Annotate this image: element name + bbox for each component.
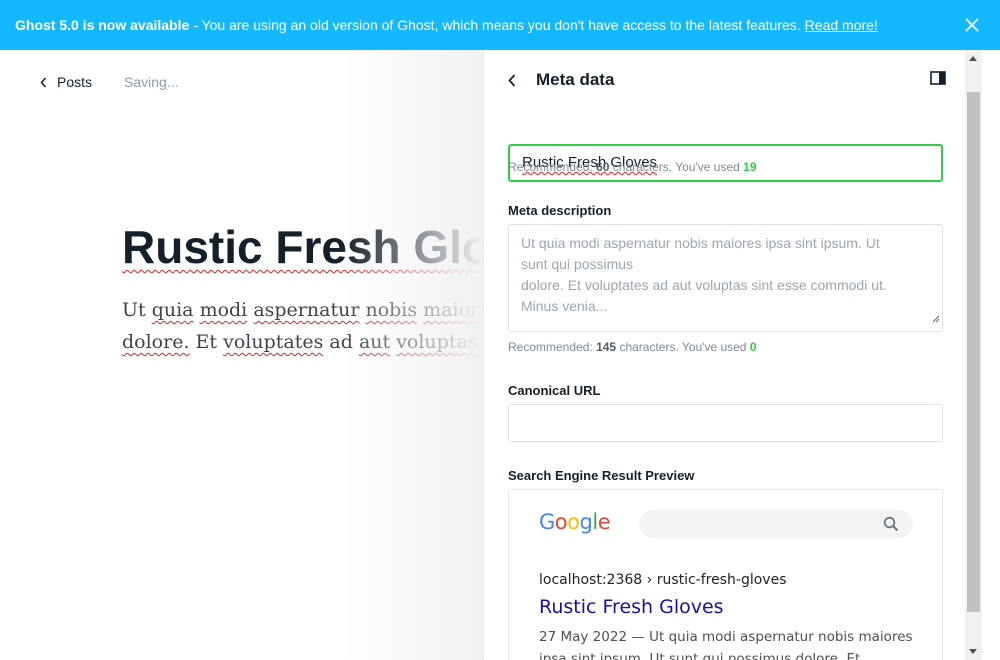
search-icon bbox=[883, 516, 899, 532]
logo-letter: e bbox=[597, 510, 611, 534]
hint-prefix: Recommended: bbox=[508, 340, 593, 354]
resize-grip-icon[interactable] bbox=[932, 308, 940, 329]
hint-middle: characters. You've used bbox=[619, 340, 747, 354]
scroll-down-arrow-icon[interactable] bbox=[969, 649, 977, 654]
body-word: Ut bbox=[122, 299, 146, 321]
body-word: nobis bbox=[365, 299, 418, 321]
placeholder-line: Minus venia... bbox=[521, 298, 608, 314]
chevron-left-icon[interactable] bbox=[508, 68, 528, 92]
body-word: voluptas bbox=[396, 331, 478, 353]
hint-prefix: Recommended: bbox=[508, 160, 593, 174]
body-word: aut bbox=[358, 331, 391, 353]
post-title[interactable]: Rustic Fresh Glo bbox=[122, 220, 483, 274]
meta-data-panel: Meta data Rustic Fresh Gloves Recommende… bbox=[483, 50, 1000, 660]
body-word: ad bbox=[329, 331, 353, 353]
meta-description-hint: Recommended: 145 characters. You've used… bbox=[508, 340, 757, 354]
body-word: dolore. bbox=[122, 331, 190, 353]
placeholder-line: Ut quia modi aspernatur nobis maiores ip… bbox=[521, 235, 880, 251]
chevron-left-icon bbox=[40, 77, 47, 87]
panel-scrollbar[interactable] bbox=[965, 50, 982, 660]
serp-preview: Google localhost:2368 › rustic-fresh-glo… bbox=[508, 489, 943, 660]
editor-topnav: Posts Saving... bbox=[40, 74, 179, 90]
panel-header: Meta data bbox=[508, 68, 614, 92]
logo-letter: g bbox=[579, 510, 593, 534]
canonical-url-label: Canonical URL bbox=[508, 383, 601, 398]
save-status: Saving... bbox=[124, 74, 179, 90]
google-logo: Google bbox=[539, 510, 611, 534]
close-icon[interactable] bbox=[962, 15, 982, 35]
banner-read-more-link[interactable]: Read more! bbox=[805, 17, 878, 33]
post-editor: Posts Saving... Rustic Fresh Glo Ut quia… bbox=[0, 50, 483, 660]
serp-search-box bbox=[639, 510, 913, 538]
body-word: maiores bbox=[423, 299, 483, 321]
post-body-line-1: Ut quia modi aspernatur nobis maiores i bbox=[122, 294, 483, 326]
sidebar-toggle-icon[interactable] bbox=[930, 71, 946, 90]
canonical-url-input[interactable] bbox=[508, 404, 943, 442]
body-word: aspernatur bbox=[253, 299, 360, 321]
serp-url: localhost:2368 › rustic-fresh-gloves bbox=[539, 572, 787, 588]
body-word: voluptates bbox=[223, 331, 324, 353]
serp-title: Rustic Fresh Gloves bbox=[539, 596, 724, 618]
post-body-line-2: dolore. Et voluptates ad aut voluptas si… bbox=[122, 326, 483, 358]
meta-title-hint: Recommended: 60 characters. You've used … bbox=[508, 160, 757, 174]
placeholder-line: dolore. Et voluptates ad aut voluptas si… bbox=[521, 277, 887, 293]
recommended-count: 145 bbox=[596, 340, 617, 354]
post-body[interactable]: Ut quia modi aspernatur nobis maiores i … bbox=[122, 294, 483, 358]
meta-description-label: Meta description bbox=[508, 203, 612, 218]
body-word: modi bbox=[199, 299, 248, 321]
serp-preview-label: Search Engine Result Preview bbox=[508, 468, 695, 483]
logo-letter: G bbox=[539, 510, 555, 534]
banner-message: - You are using an old version of Ghost,… bbox=[193, 17, 801, 33]
update-banner: Ghost 5.0 is now available - You are usi… bbox=[0, 0, 1000, 50]
used-count: 19 bbox=[743, 160, 757, 174]
body-word: Et bbox=[195, 331, 218, 353]
meta-description-input[interactable]: Ut quia modi aspernatur nobis maiores ip… bbox=[508, 224, 943, 332]
logo-letter: o bbox=[567, 510, 580, 534]
hint-middle: characters. You've used bbox=[612, 160, 740, 174]
logo-letter: o bbox=[554, 510, 568, 534]
placeholder-line: sunt qui possimus bbox=[521, 256, 634, 272]
serp-snippet: 27 May 2022 — Ut quia modi aspernatur no… bbox=[539, 629, 913, 660]
panel-title: Meta data bbox=[536, 70, 615, 89]
used-count: 0 bbox=[749, 340, 757, 354]
back-to-posts-button[interactable]: Posts bbox=[40, 74, 92, 90]
scrollbar-thumb[interactable] bbox=[967, 92, 980, 612]
banner-headline: Ghost 5.0 is now available bbox=[15, 17, 190, 33]
recommended-count: 60 bbox=[596, 160, 610, 174]
scroll-up-arrow-icon[interactable] bbox=[969, 56, 977, 61]
back-to-posts-label: Posts bbox=[57, 74, 93, 90]
body-word: quia bbox=[151, 299, 194, 321]
